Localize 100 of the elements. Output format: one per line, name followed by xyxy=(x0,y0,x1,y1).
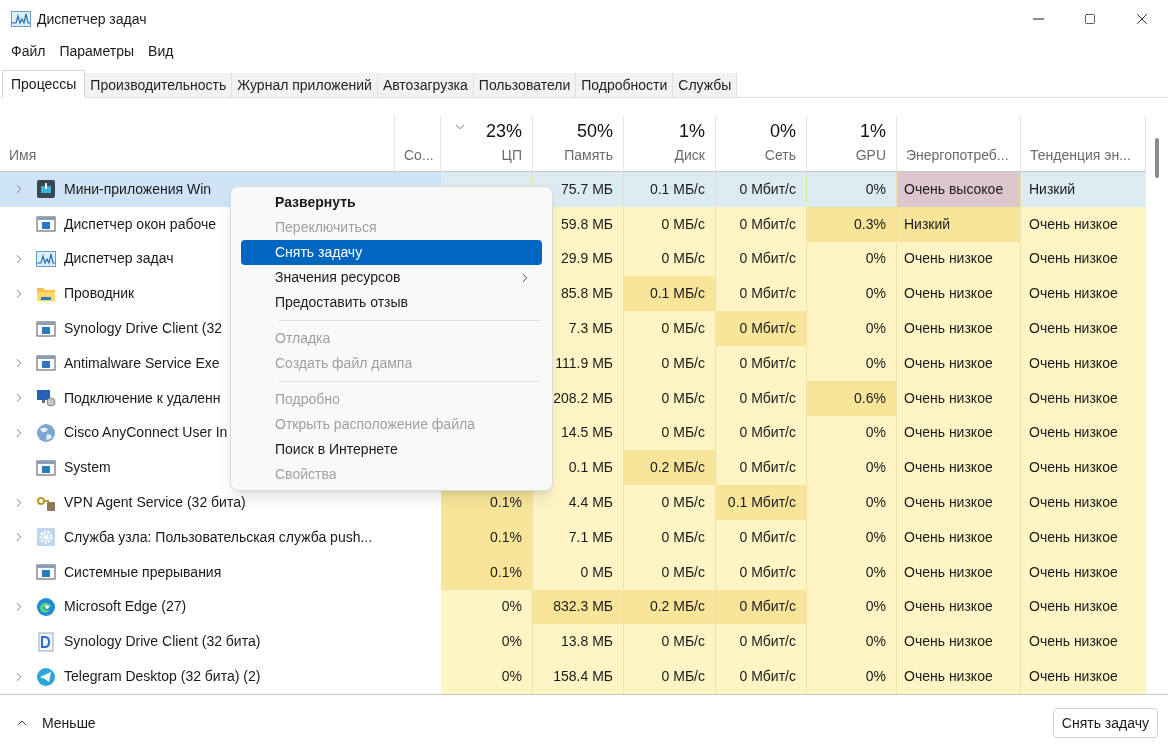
metric-cell: 0% xyxy=(807,172,897,207)
process-name: Мини-приложения Win xyxy=(64,179,212,199)
process-name: Cisco AnyConnect User In xyxy=(64,423,228,443)
process-name: Подключение к удаленн xyxy=(64,388,221,408)
column-header[interactable]: GPU xyxy=(855,145,886,166)
energy-cell: Очень низкое xyxy=(897,311,1021,346)
usage-value: 50% xyxy=(576,120,613,143)
trend-cell: Очень низкое xyxy=(1021,554,1146,590)
energy-cell: Очень низкое xyxy=(897,380,1021,416)
metric-cell: 158.4 МБ xyxy=(533,659,624,694)
maximize-icon xyxy=(1084,13,1096,25)
column-header[interactable]: Память xyxy=(564,145,613,166)
column-header[interactable]: Энергопотреб... xyxy=(906,145,1009,166)
metric-cell: 0 Мбит/с xyxy=(716,519,807,555)
process-name: Synology Drive Client (32 xyxy=(64,319,222,339)
trend-cell: Очень низкое xyxy=(1021,624,1146,660)
process-name: Telegram Desktop (32 бита) (2) xyxy=(64,667,261,687)
metric-cell: 0 МБ/с xyxy=(624,206,716,242)
widget-icon xyxy=(36,179,56,200)
metric-cell: 0.2 МБ/с xyxy=(624,589,716,625)
tab[interactable]: Процессы xyxy=(2,70,86,98)
window-icon xyxy=(36,318,56,339)
metric-cell: 0 МБ/с xyxy=(624,311,716,346)
metric-cell: 0.1% xyxy=(441,554,533,590)
metric-cell: 0% xyxy=(807,415,897,451)
document-icon xyxy=(36,631,56,652)
window-icon xyxy=(36,457,56,478)
trend-cell: Очень низкое xyxy=(1021,346,1146,381)
metric-cell: 0 Мбит/с xyxy=(716,659,807,694)
trend-cell: Очень низкое xyxy=(1021,450,1146,486)
tab[interactable]: Подробности xyxy=(576,73,674,97)
metric-cell: 0 Мбит/с xyxy=(716,241,807,277)
usage-value: 1% xyxy=(860,120,886,143)
metric-cell: 4.4 МБ xyxy=(533,485,624,520)
metric-cell: 832.3 МБ xyxy=(533,589,624,625)
metric-cell: 0 МБ/с xyxy=(624,624,716,660)
menu-bar-item[interactable]: Файл xyxy=(4,39,53,63)
metric-cell: 0 Мбит/с xyxy=(716,380,807,416)
column-header[interactable]: Имя xyxy=(9,145,37,166)
monitor-icon xyxy=(36,388,56,409)
usage-value: 0% xyxy=(770,120,796,143)
metric-cell: 0% xyxy=(807,276,897,312)
column-header[interactable]: Со... xyxy=(404,145,434,166)
energy-cell: Очень низкое xyxy=(897,450,1021,486)
metric-cell: 0 Мбит/с xyxy=(716,206,807,242)
trend-cell: Очень низкое xyxy=(1021,659,1146,694)
usage-value: 1% xyxy=(679,120,705,143)
process-name: Служба узла: Пользовательская служба push... xyxy=(64,527,373,547)
metric-cell: 0% xyxy=(441,659,533,694)
metric-cell: 13.8 МБ xyxy=(533,624,624,660)
metric-cell: 0.2 МБ/с xyxy=(624,450,716,486)
tab[interactable]: Производительность xyxy=(85,73,233,97)
energy-cell: Очень низкое xyxy=(897,415,1021,451)
trend-cell: Очень низкое xyxy=(1021,485,1146,520)
chart-icon xyxy=(36,249,56,269)
metric-cell: 0.6% xyxy=(807,380,897,416)
energy-cell: Очень низкое xyxy=(897,346,1021,381)
menu-bar-item[interactable]: Вид xyxy=(141,39,181,63)
process-name: Диспетчер окон рабоче xyxy=(64,214,216,234)
metric-cell: 0 МБ/с xyxy=(624,554,716,590)
metric-cell: 0% xyxy=(807,311,897,346)
metric-cell: 0 Мбит/с xyxy=(716,624,807,660)
energy-cell: Очень низкое xyxy=(897,485,1021,520)
metric-cell: 0 МБ/с xyxy=(624,346,716,381)
trend-cell: Очень низкое xyxy=(1021,589,1146,625)
column-header[interactable]: Диск xyxy=(674,145,705,166)
fewer-details-toggle[interactable]: Меньше xyxy=(14,712,96,734)
tab[interactable]: Автозагрузка xyxy=(377,73,474,97)
tab[interactable]: Журнал приложений xyxy=(232,73,378,97)
metric-cell: 7.1 МБ xyxy=(533,519,624,555)
trend-cell: Очень низкое xyxy=(1021,311,1146,346)
chart-icon xyxy=(11,11,31,27)
menu-bar-item[interactable]: Параметры xyxy=(52,39,142,63)
metric-cell: 0.1 Мбит/с xyxy=(716,485,807,520)
metric-cell: 0% xyxy=(807,485,897,520)
context-menu-item[interactable]: Снять задачу xyxy=(241,240,542,265)
metric-cell: 0 МБ xyxy=(533,554,624,590)
trend-cell: Очень низкое xyxy=(1021,241,1146,277)
end-task-button[interactable]: Снять задачу xyxy=(1052,708,1158,738)
edge-icon xyxy=(36,596,56,617)
tab[interactable]: Службы xyxy=(673,73,738,97)
column-header[interactable]: ЦП xyxy=(501,145,522,166)
window-icon xyxy=(36,562,56,583)
trend-cell: Очень низкое xyxy=(1021,276,1146,312)
tab[interactable]: Пользователи xyxy=(473,73,577,97)
column-header[interactable]: Сеть xyxy=(764,145,796,166)
energy-cell: Очень низкое xyxy=(897,589,1021,625)
trend-cell: Очень низкое xyxy=(1021,415,1146,451)
metric-cell: 0 Мбит/с xyxy=(716,346,807,381)
energy-cell: Очень низкое xyxy=(897,554,1021,590)
process-name: Antimalware Service Exe xyxy=(64,353,220,373)
energy-cell: Очень низкое xyxy=(897,624,1021,660)
metric-cell: 0 Мбит/с xyxy=(716,589,807,625)
energy-cell: Низкий xyxy=(897,206,1021,242)
metric-cell: 0 МБ/с xyxy=(624,519,716,555)
window-title: Диспетчер задач xyxy=(37,9,147,29)
process-name: Microsoft Edge (27) xyxy=(64,597,187,617)
process-name: System xyxy=(64,458,111,478)
metric-cell: 0% xyxy=(807,554,897,590)
column-header[interactable]: Тенденция эн... xyxy=(1030,145,1131,166)
